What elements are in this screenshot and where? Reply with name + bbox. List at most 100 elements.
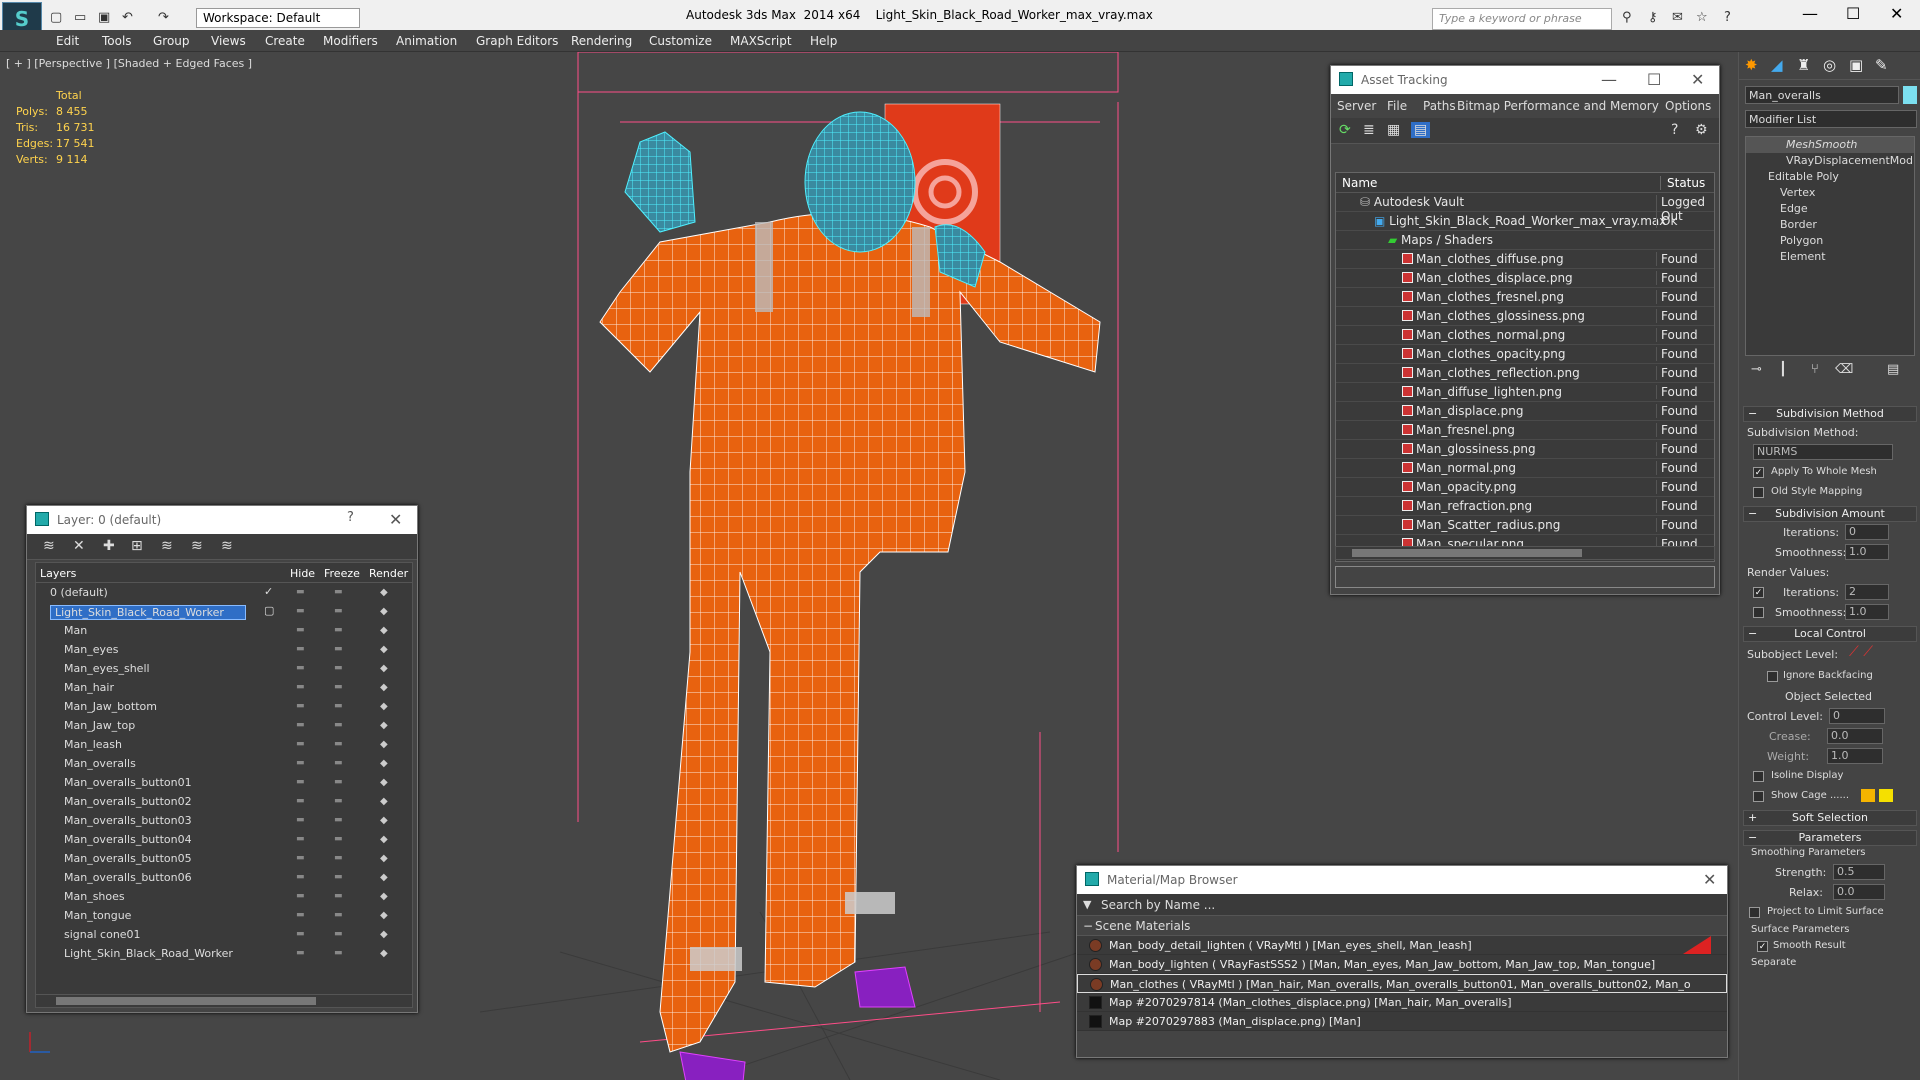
- asset-row[interactable]: Man_fresnel.png Found: [1336, 421, 1714, 440]
- subdivision-method-dropdown[interactable]: NURMS: [1753, 444, 1893, 460]
- modifier-list-dropdown[interactable]: Modifier List: [1745, 110, 1917, 128]
- render-toggle-icon[interactable]: ◆: [380, 777, 388, 788]
- asset-horizontal-scrollbar[interactable]: [1335, 546, 1715, 560]
- render-toggle-icon[interactable]: ◆: [380, 834, 388, 845]
- close-icon[interactable]: ✕: [389, 510, 402, 529]
- freeze-toggle-icon[interactable]: ▬: [334, 625, 343, 635]
- isoline-display-checkbox[interactable]: [1753, 771, 1764, 782]
- table-view-icon[interactable]: ▤: [1411, 122, 1431, 138]
- strength-spinner[interactable]: 0.5: [1833, 864, 1885, 880]
- ignore-backfacing-checkbox[interactable]: [1767, 671, 1778, 682]
- active-layer-check-icon[interactable]: ✓: [264, 585, 273, 598]
- communication-icon[interactable]: ✉: [1672, 10, 1683, 25]
- hide-toggle-icon[interactable]: ▬: [296, 815, 305, 825]
- render-smoothness-checkbox[interactable]: [1753, 607, 1764, 618]
- render-toggle-icon[interactable]: ◆: [380, 682, 388, 693]
- hide-toggle-icon[interactable]: ▬: [296, 777, 305, 787]
- menu-server[interactable]: Server: [1337, 99, 1376, 113]
- stack-editable-poly[interactable]: Editable Poly: [1746, 169, 1914, 185]
- hide-toggle-icon[interactable]: ▬: [296, 796, 305, 806]
- layer-row[interactable]: Man_Jaw_bottom ▬ ▬ ◆: [36, 697, 412, 716]
- layer-name[interactable]: Man_overalls_button03: [64, 814, 192, 827]
- menu-paths[interactable]: Paths: [1423, 99, 1456, 113]
- hide-toggle-icon[interactable]: ▬: [296, 853, 305, 863]
- relax-spinner[interactable]: 0.0: [1833, 884, 1885, 900]
- close-icon[interactable]: ✕: [1890, 4, 1903, 23]
- menu-file[interactable]: File: [1387, 99, 1407, 113]
- weight-spinner[interactable]: 1.0: [1827, 748, 1883, 764]
- save-icon[interactable]: ▣: [98, 10, 110, 25]
- render-iterations-checkbox[interactable]: ✓: [1753, 587, 1764, 598]
- render-toggle-icon[interactable]: ◆: [380, 929, 388, 940]
- add-to-layer-icon[interactable]: ✚: [103, 538, 115, 554]
- minimize-icon[interactable]: —: [1802, 4, 1818, 23]
- hide-all-icon[interactable]: ≋: [191, 538, 203, 554]
- asset-row[interactable]: Man_clothes_opacity.png Found: [1336, 345, 1714, 364]
- render-toggle-icon[interactable]: ◆: [380, 739, 388, 750]
- render-toggle-icon[interactable]: ◆: [380, 796, 388, 807]
- material-row[interactable]: Man_clothes ( VRayMtl ) [Man_hair, Man_o…: [1077, 974, 1727, 993]
- freeze-toggle-icon[interactable]: ▬: [334, 796, 343, 806]
- search-input[interactable]: Type a keyword or phrase: [1432, 8, 1612, 30]
- render-toggle-icon[interactable]: ◆: [380, 625, 388, 636]
- help-icon[interactable]: ?: [1671, 122, 1678, 138]
- layer-row[interactable]: Man_shoes ▬ ▬ ◆: [36, 887, 412, 906]
- layer-row[interactable]: Man_overalls_button03 ▬ ▬ ◆: [36, 811, 412, 830]
- smoothness-spinner[interactable]: 1.0: [1845, 544, 1889, 560]
- layer-name[interactable]: Man_overalls_button04: [64, 833, 192, 846]
- layer-name[interactable]: Man_Jaw_top: [64, 719, 135, 732]
- freeze-toggle-icon[interactable]: ▬: [334, 910, 343, 920]
- layer-name[interactable]: Man_eyes: [64, 643, 118, 656]
- render-toggle-icon[interactable]: ◆: [380, 758, 388, 769]
- layer-row[interactable]: Man_Jaw_top ▬ ▬ ◆: [36, 716, 412, 735]
- menu-help[interactable]: Help: [810, 34, 837, 48]
- layer-name[interactable]: Man_hair: [64, 681, 114, 694]
- render-toggle-icon[interactable]: ◆: [380, 948, 388, 959]
- freeze-toggle-icon[interactable]: ▬: [334, 587, 343, 597]
- layer-name[interactable]: Light_Skin_Black_Road_Worker: [64, 947, 233, 960]
- freeze-toggle-icon[interactable]: ▬: [334, 720, 343, 730]
- render-toggle-icon[interactable]: ◆: [380, 606, 388, 617]
- asset-row[interactable]: Man_refraction.png Found: [1336, 497, 1714, 516]
- stack-meshsmooth[interactable]: MeshSmooth: [1746, 137, 1914, 153]
- smooth-result-checkbox[interactable]: ✓: [1757, 941, 1768, 952]
- cage-color-swatch[interactable]: [1861, 789, 1875, 802]
- layer-name[interactable]: Man_overalls_button01: [64, 776, 192, 789]
- freeze-toggle-icon[interactable]: ▬: [334, 815, 343, 825]
- redo-icon[interactable]: ↷: [158, 10, 169, 25]
- layer-name[interactable]: Man_eyes_shell: [64, 662, 150, 675]
- menu-options[interactable]: Options: [1665, 99, 1711, 113]
- stack-edge[interactable]: Edge: [1746, 201, 1914, 217]
- freeze-toggle-icon[interactable]: ▬: [334, 891, 343, 901]
- layer-name[interactable]: Light_Skin_Black_Road_Worker: [50, 605, 246, 620]
- hide-toggle-icon[interactable]: ▬: [296, 948, 305, 958]
- render-toggle-icon[interactable]: ◆: [380, 587, 388, 598]
- render-toggle-icon[interactable]: ◆: [380, 720, 388, 731]
- menu-rendering[interactable]: Rendering: [571, 34, 632, 48]
- asset-row[interactable]: Man_clothes_reflection.png Found: [1336, 364, 1714, 383]
- set-active-box-icon[interactable]: ▢: [264, 604, 274, 617]
- render-toggle-icon[interactable]: ◆: [380, 872, 388, 883]
- freeze-toggle-icon[interactable]: ▬: [334, 948, 343, 958]
- select-in-layer-icon[interactable]: ⊞: [131, 538, 143, 554]
- render-iterations-spinner[interactable]: 2: [1845, 584, 1889, 600]
- hide-toggle-icon[interactable]: ▬: [296, 872, 305, 882]
- asset-row[interactable]: Man_clothes_diffuse.png Found: [1336, 250, 1714, 269]
- configure-sets-icon[interactable]: ▤: [1887, 362, 1899, 377]
- browser-options-icon[interactable]: ▼: [1083, 898, 1091, 911]
- material-row[interactable]: Man_body_lighten ( VRayFastSSS2 ) [Man, …: [1077, 955, 1727, 974]
- menu-bitmap-performance[interactable]: Bitmap Performance and Memory: [1457, 99, 1659, 113]
- show-cage-checkbox[interactable]: [1753, 791, 1764, 802]
- old-style-mapping-checkbox[interactable]: [1753, 487, 1764, 498]
- layer-horizontal-scrollbar[interactable]: [35, 994, 413, 1008]
- list-view-icon[interactable]: ≣: [1363, 122, 1375, 138]
- stack-vray-displacement[interactable]: VRayDisplacementMod: [1746, 153, 1914, 169]
- freeze-toggle-icon[interactable]: ▬: [334, 758, 343, 768]
- menu-create[interactable]: Create: [265, 34, 305, 48]
- hide-toggle-icon[interactable]: ▬: [296, 587, 305, 597]
- layer-row[interactable]: Light_Skin_Black_Road_Worker ▢ ▬ ▬ ◆: [36, 602, 412, 621]
- thumbnail-view-icon[interactable]: ▦: [1387, 122, 1400, 138]
- render-toggle-icon[interactable]: ◆: [380, 701, 388, 712]
- freeze-toggle-icon[interactable]: ▬: [334, 872, 343, 882]
- object-name-field[interactable]: Man_overalls: [1745, 86, 1899, 104]
